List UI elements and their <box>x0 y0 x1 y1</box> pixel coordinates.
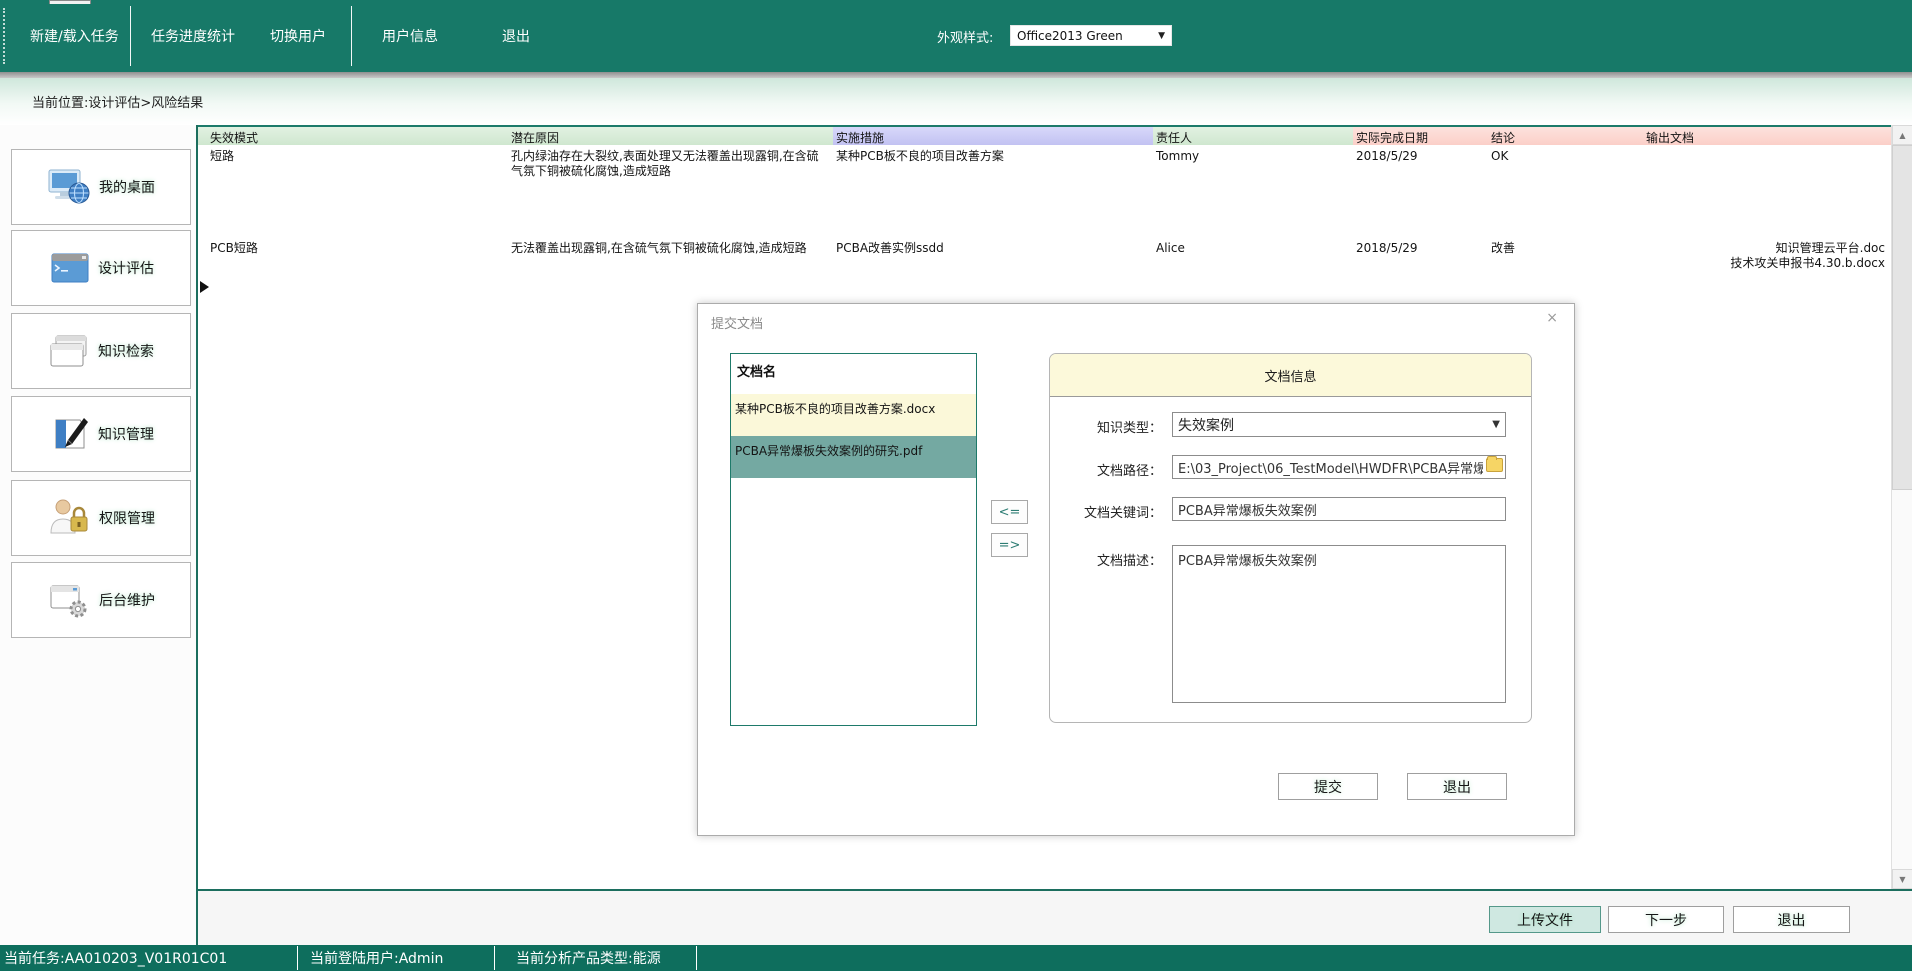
column-header-implementation-measure[interactable]: 实施措施 <box>833 127 1153 145</box>
cell-actual-completion-date: 2018/5/29 <box>1353 145 1488 237</box>
document-list-header: 文档名 <box>731 354 976 386</box>
table-row[interactable]: PCB短路 无法覆盖出现露铜,在含硫气氛下铜被硫化腐蚀,造成短路 PCBA改善实… <box>198 237 1891 313</box>
document-description-textarea[interactable]: PCBA异常爆板失效案例 <box>1172 545 1506 703</box>
transfer-right-button[interactable]: => <box>991 533 1028 557</box>
exit-button[interactable]: 退出 <box>1733 906 1850 933</box>
cell-conclusion: OK <box>1488 145 1643 237</box>
appearance-style-select[interactable]: Office2013 Green ▼ <box>1010 25 1172 46</box>
window-gear-icon <box>47 580 93 620</box>
current-row-indicator-icon <box>200 281 209 293</box>
next-step-button[interactable]: 下一步 <box>1608 906 1724 933</box>
scroll-down-icon[interactable]: ▼ <box>1892 869 1912 889</box>
status-bar: 当前任务:AA010203_V01R01C01 当前登陆用户:Admin 当前分… <box>0 945 1912 971</box>
breadcrumb-text: 当前位置:设计评估>风险结果 <box>32 92 203 111</box>
menu-item-task-progress[interactable]: 任务进度统计 <box>151 0 235 72</box>
folder-icon[interactable] <box>1486 458 1503 472</box>
scrollbar-thumb[interactable] <box>1892 145 1912 490</box>
cell-actual-completion-date: 2018/5/29 <box>1353 237 1488 313</box>
toolbar-gripper[interactable] <box>3 8 5 64</box>
cell-conclusion: 改善 <box>1488 237 1643 313</box>
status-product-type: 当前分析产品类型:能源 <box>516 945 661 971</box>
user-lock-icon <box>47 497 93 539</box>
notebook-pen-icon <box>48 414 92 454</box>
document-name-list: 文档名 某种PCB板不良的项目改善方案.docx PCBA异常爆板失效案例的研究… <box>730 353 977 726</box>
status-separator <box>297 946 298 970</box>
knowledge-type-select[interactable]: 失效案例 ▼ <box>1172 412 1506 437</box>
menu-separator <box>130 6 131 66</box>
grid-header-row: 失效模式 潜在原因 实施措施 责任人 实际完成日期 结论 输出文档 <box>198 125 1891 145</box>
transfer-left-button[interactable]: <= <box>991 500 1028 524</box>
sidebar-item-knowledge-management[interactable]: 知识管理 <box>11 396 191 472</box>
table-row[interactable]: 短路 孔内绿油存在大裂纹,表面处理又无法覆盖出现露铜,在含硫气氛下铜被硫化腐蚀,… <box>198 145 1891 237</box>
cell-potential-cause: 无法覆盖出现露铜,在含硫气氛下铜被硫化腐蚀,造成短路 <box>508 237 833 313</box>
document-info-title: 文档信息 <box>1050 354 1531 397</box>
sidebar-item-backend-maintenance[interactable]: 后台维护 <box>11 562 191 638</box>
status-separator <box>494 946 495 970</box>
status-current-task: 当前任务:AA010203_V01R01C01 <box>4 945 227 971</box>
cell-output-document <box>1643 145 1891 237</box>
appearance-style-label: 外观样式: <box>937 0 993 72</box>
close-icon[interactable]: × <box>1546 310 1558 326</box>
document-info-panel: 文档信息 知识类型： 失效案例 ▼ 文档路径： 文档关键词： 文档描述： PCB… <box>1049 353 1532 723</box>
cell-implementation-measure: 某种PCB板不良的项目改善方案 <box>833 145 1153 237</box>
knowledge-type-value: 失效案例 <box>1178 415 1234 435</box>
knowledge-type-label: 知识类型： <box>1050 417 1162 436</box>
column-header-responsible-person[interactable]: 责任人 <box>1153 127 1353 145</box>
menu-item-switch-user[interactable]: 切换用户 <box>270 0 326 72</box>
windows-stack-icon <box>48 332 92 370</box>
sidebar-item-my-desktop[interactable]: 我的桌面 <box>11 149 191 225</box>
vertical-scrollbar[interactable]: ▲ ▼ <box>1891 125 1912 889</box>
cell-output-document: 知识管理云平台.doc 技术攻关申报书4.30.b.docx <box>1643 237 1891 313</box>
menu-bar: 新建/载入任务 任务进度统计 切换用户 用户信息 退出 外观样式: Office… <box>0 0 1912 72</box>
submit-button[interactable]: 提交 <box>1278 773 1378 800</box>
desktop-globe-icon <box>47 167 93 207</box>
submit-document-dialog: 提交文档 × 文档名 某种PCB板不良的项目改善方案.docx PCBA异常爆板… <box>697 303 1575 836</box>
column-header-actual-completion-date[interactable]: 实际完成日期 <box>1353 127 1488 145</box>
list-item[interactable]: 某种PCB板不良的项目改善方案.docx <box>731 394 976 436</box>
sidebar-item-knowledge-search[interactable]: 知识检索 <box>11 313 191 389</box>
column-header-output-document[interactable]: 输出文档 <box>1643 127 1891 145</box>
appearance-style-value: Office2013 Green <box>1017 29 1123 43</box>
menu-separator <box>351 6 352 66</box>
sidebar-item-design-evaluation[interactable]: 设计评估 <box>11 230 191 306</box>
dialog-exit-button[interactable]: 退出 <box>1407 773 1507 800</box>
cell-responsible-person: Tommy <box>1153 145 1353 237</box>
menu-item-user-info[interactable]: 用户信息 <box>382 0 438 72</box>
sidebar-item-label: 知识检索 <box>98 341 154 361</box>
cell-responsible-person: Alice <box>1153 237 1353 313</box>
list-item[interactable]: PCBA异常爆板失效案例的研究.pdf <box>731 436 976 478</box>
menu-item-new-load-task[interactable]: 新建/载入任务 <box>30 0 119 72</box>
chevron-down-icon: ▼ <box>1158 31 1165 41</box>
cell-implementation-measure: PCBA改善实例ssdd <box>833 237 1153 313</box>
status-separator <box>696 946 697 970</box>
document-keywords-input[interactable] <box>1172 497 1506 521</box>
document-path-input[interactable] <box>1172 455 1506 479</box>
app-window: 新建/载入任务 任务进度统计 切换用户 用户信息 退出 外观样式: Office… <box>0 0 1912 971</box>
sidebar-item-permission-management[interactable]: 权限管理 <box>11 480 191 556</box>
chevron-down-icon: ▼ <box>1492 419 1500 430</box>
design-window-icon <box>48 249 92 287</box>
document-description-label: 文档描述： <box>1050 550 1162 569</box>
status-current-user: 当前登陆用户:Admin <box>310 945 443 971</box>
sidebar-item-label: 设计评估 <box>98 258 154 278</box>
column-header-failure-mode[interactable]: 失效模式 <box>198 127 508 145</box>
cell-potential-cause: 孔内绿油存在大裂纹,表面处理又无法覆盖出现露铜,在含硫气氛下铜被硫化腐蚀,造成短… <box>508 145 833 237</box>
sidebar-item-label: 我的桌面 <box>99 177 155 197</box>
bottom-action-bar: 上传文件 下一步 退出 <box>198 889 1912 945</box>
document-path-label: 文档路径： <box>1050 460 1162 479</box>
document-keywords-label: 文档关键词： <box>1050 502 1162 521</box>
menu-item-exit[interactable]: 退出 <box>502 0 530 72</box>
sidebar-item-label: 知识管理 <box>98 424 154 444</box>
sidebar: 我的桌面 设计评估 知识检索 <box>0 125 198 945</box>
dialog-title: 提交文档 <box>711 313 763 332</box>
sidebar-item-label: 权限管理 <box>99 508 155 528</box>
upload-file-button[interactable]: 上传文件 <box>1489 906 1601 933</box>
sidebar-item-label: 后台维护 <box>99 590 155 610</box>
scroll-up-icon[interactable]: ▲ <box>1892 125 1912 145</box>
column-header-conclusion[interactable]: 结论 <box>1488 127 1643 145</box>
column-header-potential-cause[interactable]: 潜在原因 <box>508 127 833 145</box>
cell-failure-mode: PCB短路 <box>198 237 508 313</box>
breadcrumb: 当前位置:设计评估>风险结果 <box>0 78 1912 125</box>
cell-failure-mode: 短路 <box>198 145 508 237</box>
